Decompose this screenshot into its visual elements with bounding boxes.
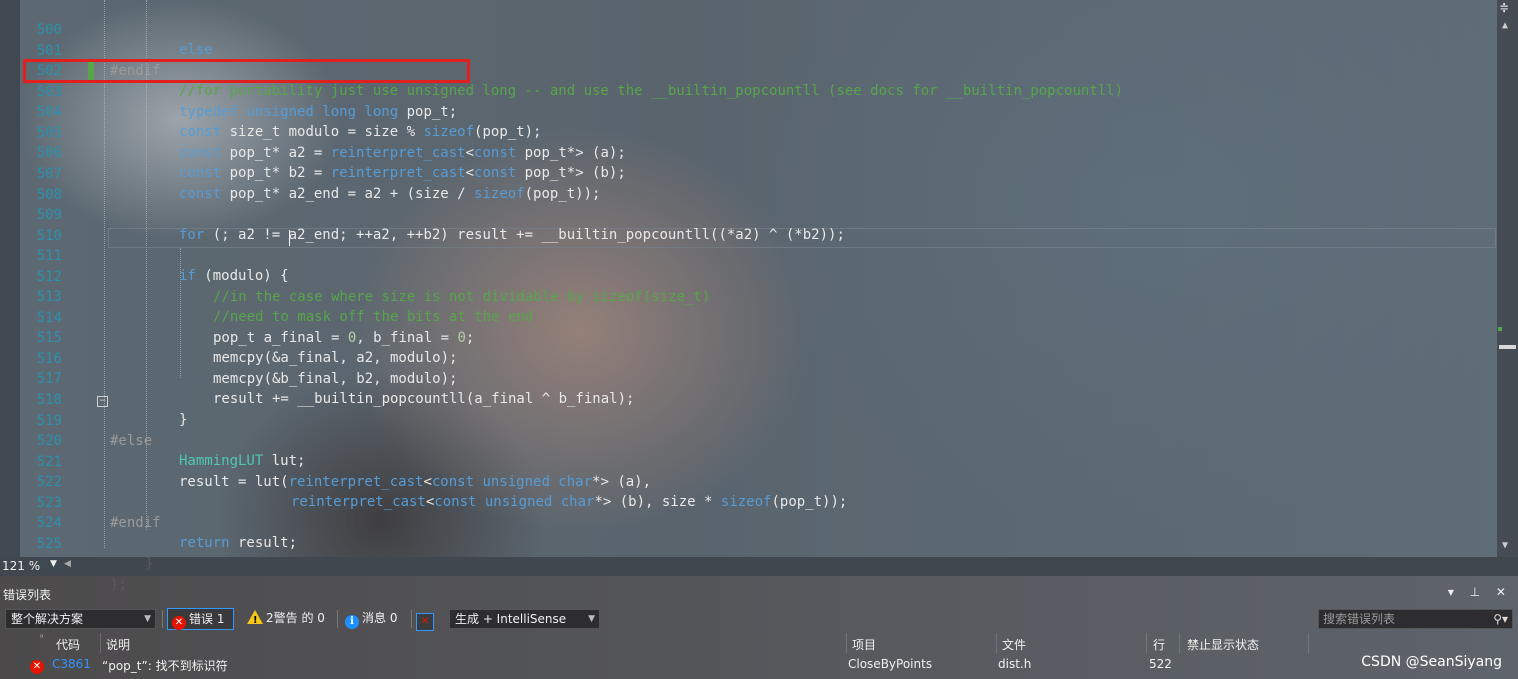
code-line[interactable]: 523 #endif: [0, 473, 1490, 531]
scroll-down-icon[interactable]: ▼: [1502, 540, 1508, 551]
code-line[interactable]: 513 //need to mask off the bits at the e…: [0, 267, 1490, 325]
error-icon: ✕: [30, 656, 47, 674]
error-list-header: ⁹ 代码 说明 项目 文件 行 禁止显示状态: [0, 633, 1518, 653]
code-line[interactable]: 512 //in the case where size is not divi…: [0, 247, 1490, 305]
scope-select[interactable]: 整个解决方案 ▼: [5, 609, 156, 629]
vertical-scrollbar[interactable]: ≑ ▲ ▼: [1497, 0, 1518, 557]
code-line[interactable]: 520 HammingLUT lut;: [0, 411, 1490, 469]
code-line[interactable]: 517 result += __builtin_popcountll(a_fin…: [0, 349, 1490, 407]
code-editor[interactable]: 500 else 501 #endif 502 //for portabilit…: [0, 0, 1518, 593]
errors-filter-label: 错误 1: [189, 612, 225, 626]
code-line[interactable]: 508: [0, 165, 1490, 203]
code-line[interactable]: 522 reinterpret_cast<const unsigned char…: [0, 452, 1490, 510]
search-placeholder: 搜索错误列表: [1323, 612, 1396, 626]
chevron-down-icon: ▼: [588, 614, 595, 624]
warnings-filter-button[interactable]: ! 2警告 的 0: [243, 608, 333, 630]
code-line[interactable]: 518 }: [0, 370, 1490, 428]
column-divider[interactable]: [100, 633, 101, 653]
code-line[interactable]: 515 memcpy(&a_final, a2, modulo);: [0, 308, 1490, 366]
zoom-dropdown-icon[interactable]: ▼: [50, 559, 57, 569]
code-line[interactable]: 501 #endif: [0, 21, 1490, 79]
panel-title: 错误列表: [3, 588, 52, 602]
search-error-list-input[interactable]: 搜索错误列表 ⚲▾: [1318, 609, 1513, 629]
column-project[interactable]: 项目: [852, 636, 876, 653]
column-divider[interactable]: [1308, 633, 1309, 653]
messages-filter-button[interactable]: i 消息 0: [341, 608, 407, 630]
scroll-up-icon[interactable]: ▲: [1502, 20, 1508, 31]
build-filter-toggle[interactable]: ✕: [416, 610, 440, 632]
errors-filter-button[interactable]: ✕ 错误 1: [167, 608, 234, 630]
filter-icon: ✕: [416, 613, 434, 631]
scope-select-value: 整个解决方案: [11, 612, 84, 626]
search-icon[interactable]: ⚲▾: [1493, 610, 1508, 628]
zoom-level[interactable]: 121 %: [2, 559, 40, 573]
table-row[interactable]: ✕ C3861 “pop_t”: 找不到标识符 CloseByPoints di…: [0, 654, 1518, 674]
code-line[interactable]: 506 const pop_t* b2 = reinterpret_cast<c…: [0, 123, 1490, 181]
code-line[interactable]: 521 result = lut(reinterpret_cast<const …: [0, 432, 1490, 490]
build-source-select[interactable]: 生成 + IntelliSense ▼: [449, 609, 600, 629]
code-line[interactable]: 502 //for portability just use unsigned …: [0, 41, 1490, 99]
messages-filter-label: 消息 0: [362, 611, 398, 625]
column-divider[interactable]: [846, 633, 847, 653]
code-line[interactable]: 510: [0, 206, 1490, 244]
watermark: CSDN @SeanSiyang: [1361, 654, 1502, 670]
code-line[interactable]: 507 const pop_t* a2_end = a2 + (size / s…: [0, 144, 1490, 202]
split-window-icon[interactable]: ≑: [1500, 0, 1508, 16]
toolbar-separator: [411, 610, 412, 628]
code-line[interactable]: 514 pop_t a_final = 0, b_final = 0;: [0, 288, 1490, 346]
panel-window-controls[interactable]: ▾ ⊥ ✕: [1448, 585, 1512, 599]
code-line[interactable]: 524 return result;: [0, 493, 1490, 551]
code-line[interactable]: 504 const size_t modulo = size % sizeof(…: [0, 82, 1490, 140]
chevron-down-icon: ▼: [144, 614, 151, 624]
code-line[interactable]: 509 for (; a2 != a2_end; ++a2, ++b2) res…: [0, 185, 1490, 243]
change-marker: [1498, 327, 1502, 331]
error-project: CloseByPoints: [848, 657, 933, 671]
column-line[interactable]: 行: [1153, 636, 1165, 653]
error-icon: ✕: [172, 616, 186, 630]
annotation-highlight-box: [23, 59, 470, 83]
column-divider[interactable]: [1146, 633, 1147, 653]
warnings-filter-label: 2警告 的 0: [266, 611, 325, 625]
error-file: dist.h: [998, 657, 1032, 671]
info-icon: i: [345, 615, 359, 629]
error-line: 522: [1149, 657, 1172, 671]
error-code-link[interactable]: C3861: [52, 657, 91, 671]
warning-icon: !: [247, 610, 263, 626]
build-source-value: 生成 + IntelliSense: [455, 612, 567, 626]
error-list-panel: 错误列表 ▾ ⊥ ✕ 整个解决方案 ▼ ✕ 错误 1 ! 2警告 的 0 i 消息 0…: [0, 576, 1518, 679]
code-line[interactable]: 525 }: [0, 514, 1490, 572]
column-divider[interactable]: [1179, 633, 1180, 653]
scrollbar-thumb[interactable]: [1499, 345, 1516, 349]
column-file[interactable]: 文件: [1002, 636, 1026, 653]
column-divider[interactable]: [996, 633, 997, 653]
text-caret: [289, 230, 290, 246]
column-suppression-state[interactable]: 禁止显示状态: [1187, 636, 1259, 653]
sort-indicator-icon: ⁹: [40, 633, 44, 642]
code-line[interactable]: 526 };: [0, 535, 1490, 593]
code-line[interactable]: 500 else: [0, 0, 1490, 58]
scroll-left-icon[interactable]: ◀: [64, 559, 71, 569]
code-line[interactable]: 511 if (modulo) {: [0, 226, 1490, 284]
column-description[interactable]: 说明: [106, 636, 130, 653]
editor-status-strip: 121 % ▼ ◀: [0, 557, 1518, 576]
toolbar-separator: [337, 610, 338, 628]
error-description: “pop_t”: 找不到标识符: [102, 659, 228, 673]
column-code[interactable]: 代码: [56, 636, 80, 653]
toolbar-separator: [162, 610, 163, 628]
code-line[interactable]: 516 memcpy(&b_final, b2, modulo);: [0, 329, 1490, 387]
code-line[interactable]: 519 #else: [0, 391, 1490, 449]
code-line[interactable]: 505 const pop_t* a2 = reinterpret_cast<c…: [0, 103, 1490, 161]
collapse-toggle-icon[interactable]: −: [97, 396, 108, 407]
